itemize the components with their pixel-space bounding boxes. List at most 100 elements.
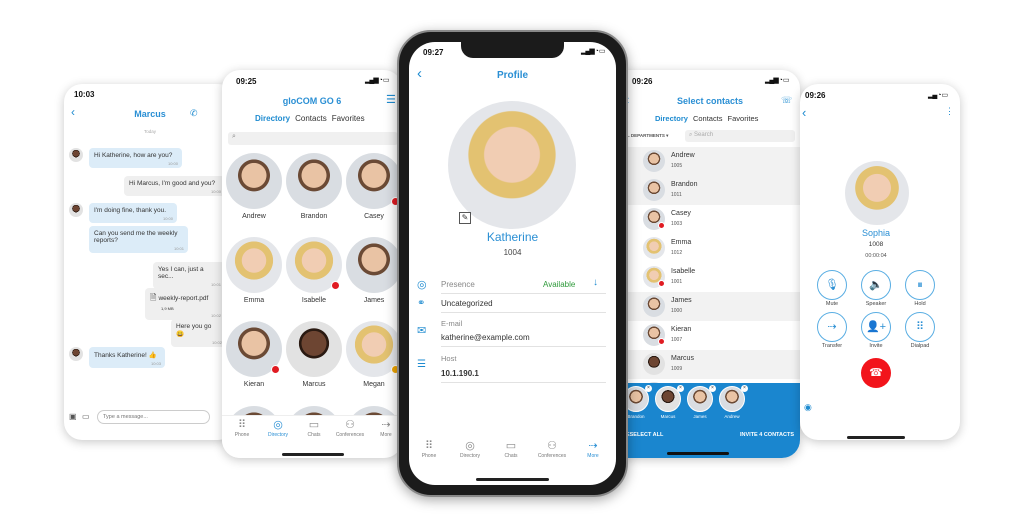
contact-avatar[interactable]	[286, 153, 342, 209]
nav-chats[interactable]: ▭ Chats	[296, 419, 332, 438]
nav-chats[interactable]: ▭ Chats	[493, 440, 529, 459]
contact-row[interactable]: Kieran 1007	[605, 321, 800, 350]
search-field[interactable]: ⌕ Search	[685, 130, 795, 142]
contact-row[interactable]: ✓Brandon1011	[605, 176, 800, 205]
presence-value[interactable]: Available	[543, 280, 575, 289]
tab-favorites[interactable]: Favorites	[728, 114, 759, 123]
message-bubble: I'm doing fine, thank you. 10:00	[89, 203, 177, 223]
contact-avatar[interactable]	[226, 237, 282, 293]
remove-icon[interactable]: ×	[645, 385, 652, 392]
contact-name[interactable]: Casey	[344, 213, 402, 220]
deselect-all-button[interactable]: DESELECT ALL	[622, 432, 663, 438]
contact-avatar	[643, 295, 665, 317]
contact-badge-icon[interactable]: ◉	[804, 402, 812, 413]
nav-directory[interactable]: ◎ Directory	[260, 419, 296, 438]
contact-row[interactable]: Casey 1003	[605, 205, 800, 234]
phone-icon[interactable]: ✆	[190, 108, 198, 119]
edit-icon[interactable]: ✎	[459, 212, 471, 224]
directory-icon: ◎	[273, 419, 283, 431]
contact-row[interactable]: ✓Andrew1005	[605, 147, 800, 176]
invite-contacts-button[interactable]: INVITE 4 CONTACTS	[740, 432, 794, 438]
contact-row[interactable]: ✓Marcus1009	[605, 350, 800, 379]
contact-name: James	[671, 297, 692, 304]
nav-phone[interactable]: ⠿ Phone	[411, 440, 447, 459]
contact-name[interactable]: Marcus	[284, 381, 344, 388]
chat-icon: ▭	[308, 419, 320, 431]
speaker-button[interactable]: 🔈	[861, 270, 891, 300]
contact-name[interactable]: Brandon	[284, 213, 344, 220]
status-time: 09:26	[805, 91, 826, 100]
remove-icon[interactable]: ×	[741, 385, 748, 392]
dialpad-button[interactable]: ⠿	[905, 312, 935, 342]
nav-label: Conferences	[537, 453, 567, 459]
caller-extension: 1008	[868, 241, 884, 248]
selected-contact-name: Marcus	[660, 414, 676, 419]
nav-conferences[interactable]: ⚇ Conferences	[332, 419, 368, 438]
end-call-button[interactable]: ☎	[861, 358, 891, 388]
search-field[interactable]: ⌕	[228, 132, 398, 145]
contact-avatar	[643, 179, 665, 201]
more-options-icon[interactable]: ⋮	[945, 106, 954, 117]
speaker-icon: 🔈	[869, 279, 883, 291]
profile-name: Katherine	[486, 230, 539, 244]
contact-name: Brandon	[671, 181, 698, 188]
tab-directory[interactable]: Directory	[655, 114, 688, 123]
mute-button[interactable]: 🎙	[817, 270, 847, 300]
tab-directory[interactable]: Directory	[255, 114, 290, 123]
status-on-call-icon	[658, 222, 665, 229]
transfer-button[interactable]: ⇢	[817, 312, 847, 342]
tab-favorites[interactable]: Favorites	[332, 114, 365, 123]
folder-icon[interactable]: ▭	[82, 412, 90, 421]
image-icon[interactable]: ▣	[69, 412, 77, 421]
sender-avatar	[69, 203, 83, 217]
signal-icon: ▂▄ ◔ ▭	[928, 92, 948, 99]
contact-name[interactable]: Emma	[224, 297, 284, 304]
page-title: Select contacts	[676, 96, 744, 106]
message-text: Thanks Katherine! 👍	[94, 352, 157, 359]
status-time: 10:03	[74, 90, 95, 99]
nav-phone[interactable]: ⠿ Phone	[224, 419, 260, 438]
profile-screen: 09:27 ▂▄▆ ◔ ▭ ‹ Profile ✎ Katherine 1004…	[409, 42, 616, 485]
arrow-down-icon[interactable]: ↓	[593, 277, 598, 288]
contact-row[interactable]: Isabelle 1001	[605, 263, 800, 292]
contact-name[interactable]: James	[344, 297, 402, 304]
contact-name[interactable]: Megan	[344, 381, 402, 388]
group-icon: ⚭	[417, 298, 426, 309]
signal-icon: ▂▄▆ ◔ ▭	[365, 77, 389, 84]
home-indicator	[476, 478, 549, 481]
contact-avatar[interactable]	[286, 321, 342, 377]
file-icon[interactable]: 🗎	[150, 293, 156, 302]
contact-row[interactable]: ✓James1000	[605, 292, 800, 321]
dialpad-phone-icon[interactable]: ☏	[781, 95, 792, 106]
notch	[461, 42, 564, 58]
menu-icon[interactable]: ☰	[386, 93, 396, 106]
invite-button[interactable]: 👤+	[861, 312, 891, 342]
remove-icon[interactable]: ×	[677, 385, 684, 392]
file-size: 1,9 MB	[161, 306, 174, 311]
app-title: gloCOM GO 6	[282, 96, 342, 106]
message-time: 10:02	[211, 340, 222, 345]
tab-contacts[interactable]: Contacts	[693, 114, 723, 123]
contact-avatar[interactable]	[226, 153, 282, 209]
selected-contact-name: James	[693, 414, 707, 419]
message-input[interactable]	[97, 410, 210, 424]
contact-name[interactable]: Andrew	[224, 213, 284, 220]
nav-directory[interactable]: ◎ Directory	[452, 440, 488, 459]
message-time: 10:03	[150, 361, 161, 366]
hold-button[interactable]: ⏸	[905, 270, 935, 300]
nav-conferences[interactable]: ⚇ Conferences	[534, 440, 570, 459]
contact-avatar[interactable]	[346, 237, 402, 293]
contact-name[interactable]: Kieran	[224, 381, 284, 388]
departments-dropdown[interactable]: ALL DEPARTMENTS ▾	[621, 133, 668, 139]
tab-contacts[interactable]: Contacts	[295, 114, 327, 123]
nav-more[interactable]: ⇢ More	[575, 440, 611, 459]
message-bubble: Hi Marcus, I'm good and you? 10:00	[124, 176, 225, 196]
chat-screen: 10:03 ‹ Marcus ✆ Today Hi Katherine, how…	[64, 84, 236, 440]
contact-name: Kieran	[671, 326, 692, 333]
contact-row[interactable]: Emma 1012	[605, 234, 800, 263]
contact-name[interactable]: Isabelle	[284, 297, 344, 304]
back-icon[interactable]: ‹	[802, 105, 806, 120]
remove-icon[interactable]: ×	[709, 385, 716, 392]
nav-label: Phone	[421, 453, 437, 459]
message-bubble: Thanks Katherine! 👍 10:03	[89, 347, 165, 368]
